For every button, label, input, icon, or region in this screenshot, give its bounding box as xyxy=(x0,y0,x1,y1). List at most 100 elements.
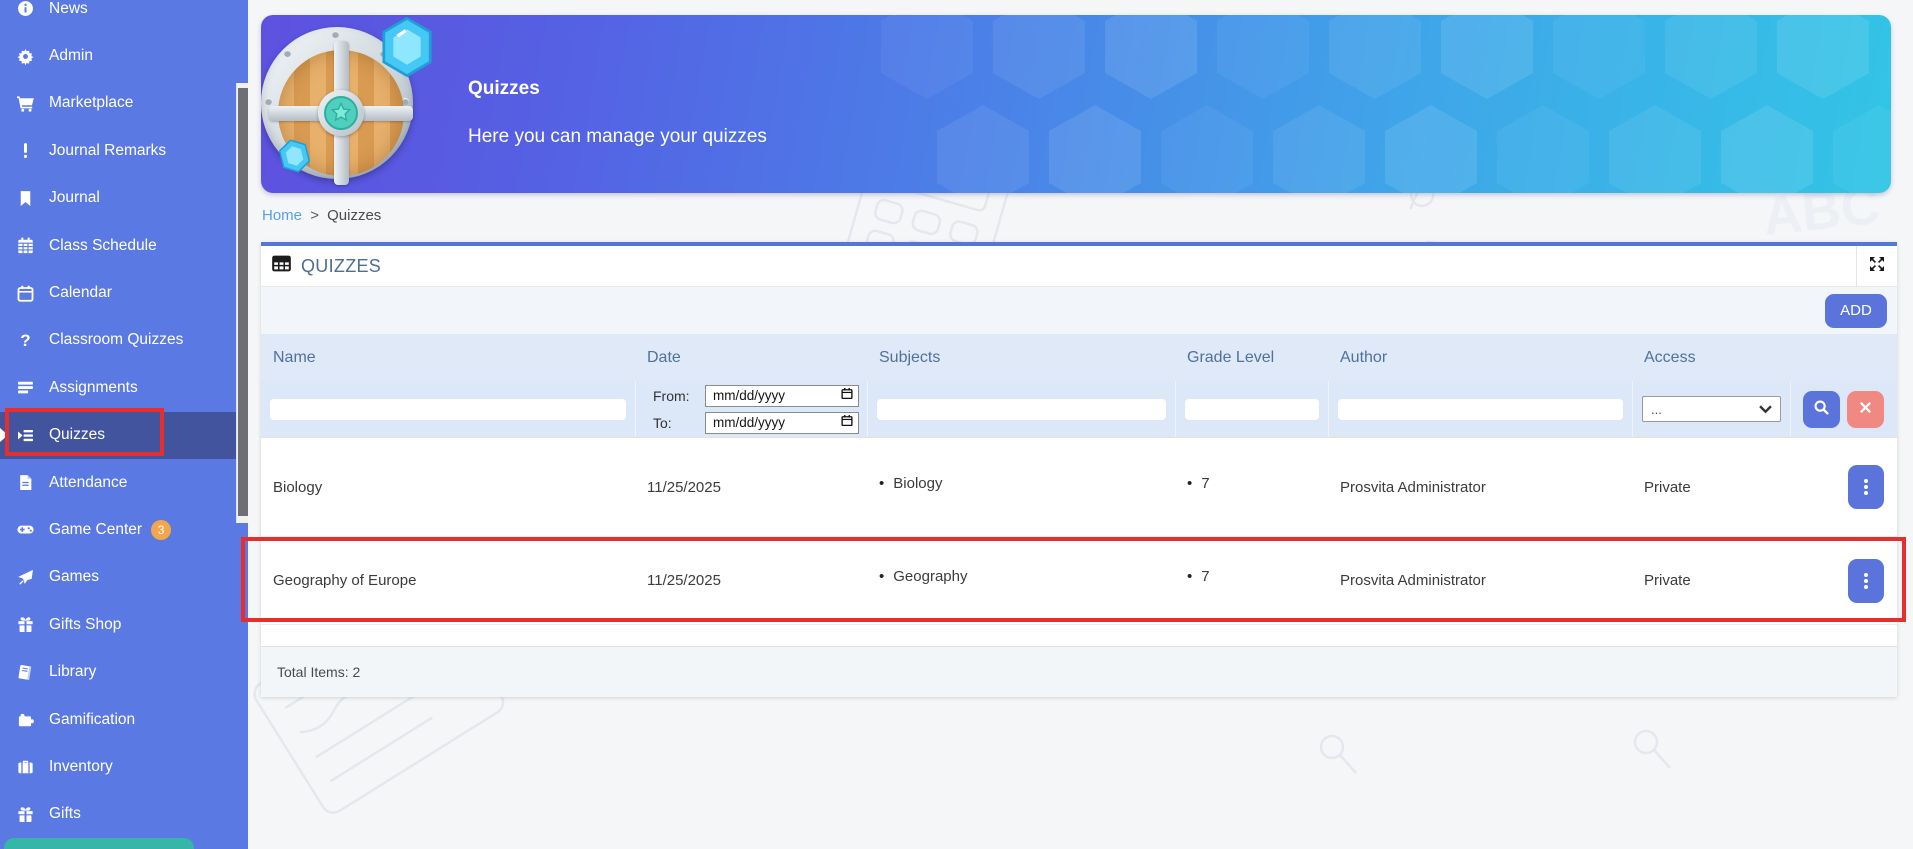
chat-widget-peek[interactable] xyxy=(4,838,194,849)
quiz-subjects: •Biology xyxy=(867,479,1175,496)
quiz-access: Private xyxy=(1632,572,1790,589)
quiz-actions-cell xyxy=(1790,559,1897,603)
notification-badge: 3 xyxy=(151,520,171,540)
quiz-name: Geography of Europe xyxy=(261,572,635,589)
gamepad-icon xyxy=(16,521,35,538)
quiz-grade-levels: •7 xyxy=(1175,479,1328,496)
sidebar-item-class-schedule[interactable]: Class Schedule xyxy=(0,222,248,269)
sidebar-item-assignments[interactable]: Assignments xyxy=(0,364,248,411)
sidebar-item-label: Assignments xyxy=(49,379,138,397)
close-icon xyxy=(1859,401,1872,417)
name-filter-input[interactable] xyxy=(270,399,626,420)
sidebar-item-label: Journal xyxy=(49,189,100,207)
puzzle-icon xyxy=(16,711,35,728)
sidebar-item-inventory[interactable]: Inventory xyxy=(0,743,248,790)
sidebar-item-gamification[interactable]: Gamification xyxy=(0,696,248,743)
quiz-access: Private xyxy=(1632,479,1790,496)
info-icon xyxy=(16,0,35,17)
gem-icon xyxy=(379,17,435,77)
row-actions-button[interactable] xyxy=(1848,465,1884,509)
gift-icon xyxy=(16,616,35,633)
sidebar-item-attendance[interactable]: Attendance xyxy=(0,459,248,506)
date-to-input[interactable]: mm/dd/yyyy xyxy=(705,412,859,434)
table-filter-row: From: mm/dd/yyyy To: mm/dd/yyyy xyxy=(261,381,1897,438)
table-body: Biology11/25/2025•Biology•7Prosvita Admi… xyxy=(261,438,1897,625)
add-quiz-button[interactable]: ADD xyxy=(1825,294,1887,328)
sidebar-item-label: Admin xyxy=(49,47,93,65)
active-item-notch xyxy=(0,428,8,442)
sidebar: News Admin MarketplaceJournal Remarks Journ… xyxy=(0,0,248,849)
book-icon xyxy=(16,664,35,681)
breadcrumb-current: Quizzes xyxy=(327,207,381,224)
quizzes-panel: QUIZZES ADD NameDateSubjectsGrade LevelA… xyxy=(261,242,1897,697)
vertical-ellipsis-icon xyxy=(1864,485,1868,489)
column-header-grade-level: Grade Level xyxy=(1175,349,1328,367)
date-from-label: From: xyxy=(653,388,705,404)
question-icon: ? xyxy=(16,332,35,349)
sidebar-item-label: Inventory xyxy=(49,758,113,776)
sidebar-item-gifts[interactable]: Gifts xyxy=(0,791,248,838)
breadcrumb-separator: > xyxy=(310,207,319,224)
sidebar-scrollbar-thumb[interactable] xyxy=(238,88,248,516)
rocket-icon xyxy=(16,569,35,586)
clear-filters-button[interactable] xyxy=(1847,391,1884,428)
page-icon xyxy=(16,474,35,491)
cart-icon xyxy=(16,95,35,112)
panel-header: QUIZZES xyxy=(261,246,1897,287)
bookmark-icon xyxy=(16,190,35,207)
sidebar-item-news[interactable]: News xyxy=(0,0,248,32)
expand-panel-button[interactable] xyxy=(1857,246,1897,287)
author-filter-input[interactable] xyxy=(1338,399,1623,420)
gift-icon xyxy=(16,806,35,823)
quiz-actions-cell xyxy=(1790,465,1897,509)
table-header-row: NameDateSubjectsGrade LevelAuthorAccess xyxy=(261,334,1897,381)
sidebar-item-quizzes[interactable]: Quizzes xyxy=(0,412,248,459)
breadcrumb-home-link[interactable]: Home xyxy=(262,207,302,224)
main-content: Quizzes Here you can manage your quizzes… xyxy=(248,0,1913,849)
sidebar-item-games[interactable]: Games xyxy=(0,554,248,601)
row-actions-button[interactable] xyxy=(1848,559,1884,603)
search-button[interactable] xyxy=(1803,391,1840,428)
quiz-list-icon xyxy=(16,427,35,444)
date-from-input[interactable]: mm/dd/yyyy xyxy=(705,385,859,407)
sidebar-item-classroom-quizzes[interactable]: ? Classroom Quizzes xyxy=(0,317,248,364)
column-header-subjects: Subjects xyxy=(867,349,1175,367)
breadcrumb: Home > Quizzes xyxy=(262,207,381,224)
quiz-date: 11/25/2025 xyxy=(635,479,867,496)
access-filter-select[interactable]: ... xyxy=(1642,396,1781,422)
calendar-picker-icon[interactable] xyxy=(841,387,853,405)
page-subtitle: Here you can manage your quizzes xyxy=(468,126,767,148)
sidebar-item-calendar[interactable]: Calendar xyxy=(0,269,248,316)
page-title: Quizzes xyxy=(468,78,767,100)
sidebar-item-label: Classroom Quizzes xyxy=(49,331,183,349)
sidebar-item-label: Gifts xyxy=(49,805,81,823)
quiz-date: 11/25/2025 xyxy=(635,572,867,589)
sidebar-item-library[interactable]: Library xyxy=(0,648,248,695)
sidebar-item-journal[interactable]: Journal xyxy=(0,175,248,222)
sidebar-item-gifts-shop[interactable]: Gifts Shop xyxy=(0,601,248,648)
grade-filter-input[interactable] xyxy=(1185,399,1319,420)
calendar-picker-icon[interactable] xyxy=(841,414,853,432)
sidebar-menu: News Admin MarketplaceJournal Remarks Journ… xyxy=(0,0,248,838)
sidebar-item-marketplace[interactable]: Marketplace xyxy=(0,80,248,127)
shield-star-icon xyxy=(324,96,358,130)
sidebar-item-game-center[interactable]: Game Center3 xyxy=(0,506,248,553)
sidebar-item-label: Quizzes xyxy=(49,426,105,444)
sidebar-item-journal-remarks[interactable]: Journal Remarks xyxy=(0,127,248,174)
gear-icon xyxy=(16,48,35,65)
chevron-down-icon xyxy=(1759,402,1772,417)
quiz-grade-levels: •7 xyxy=(1175,572,1328,589)
quiz-author: Prosvita Administrator xyxy=(1328,572,1632,589)
exclamation-icon xyxy=(16,142,35,159)
briefcase-icon xyxy=(16,758,35,775)
arrows-expand-icon xyxy=(1869,256,1885,277)
shield-illustration xyxy=(261,17,427,193)
sidebar-item-label: Library xyxy=(49,663,96,681)
sidebar-item-admin[interactable]: Admin xyxy=(0,32,248,79)
quiz-row-biology: Biology11/25/2025•Biology•7Prosvita Admi… xyxy=(261,438,1897,537)
quiz-author: Prosvita Administrator xyxy=(1328,479,1632,496)
sidebar-item-label: Games xyxy=(49,568,99,586)
page-banner: Quizzes Here you can manage your quizzes xyxy=(261,15,1891,193)
subjects-filter-input[interactable] xyxy=(877,399,1166,420)
sidebar-item-label: Gamification xyxy=(49,711,135,729)
